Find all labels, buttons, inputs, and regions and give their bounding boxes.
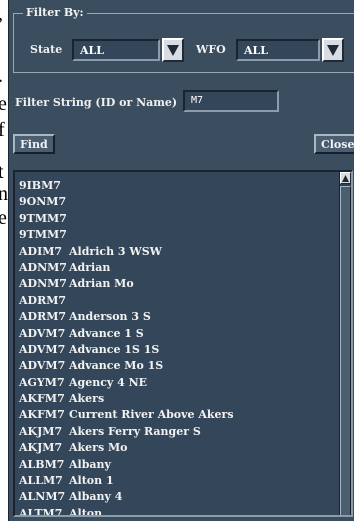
- wfo-select-value: ALL: [244, 44, 269, 57]
- list-item[interactable]: ADVM7 Advance 1 S: [19, 326, 234, 342]
- list-item[interactable]: AKFM7 Akers: [19, 391, 234, 407]
- list-item[interactable]: ADNM7 Adrian Mo: [19, 276, 234, 292]
- station-id: AKJM7: [19, 441, 63, 455]
- station-name: Advance 1 S: [69, 326, 144, 340]
- station-id: ALBM7: [19, 457, 65, 471]
- scroll-up-button[interactable]: [340, 172, 351, 184]
- station-id: AKFM7: [19, 392, 65, 406]
- triangle-up-icon: [342, 175, 349, 182]
- filter-string-input[interactable]: M7: [183, 90, 279, 112]
- wfo-label: WFO: [196, 43, 226, 56]
- station-id: ADNM7: [19, 277, 67, 291]
- list-item[interactable]: ALBM7 Albany: [19, 457, 234, 473]
- station-name: Albany 4: [69, 490, 123, 504]
- background-fragment: .: [0, 64, 3, 89]
- list-item[interactable]: AKJM7 Akers Mo: [19, 440, 234, 456]
- list-item[interactable]: ADVM7 Advance Mo 1S: [19, 358, 234, 374]
- station-name: Anderson 3 S: [69, 310, 151, 324]
- station-filter-window: , . e f t n e State ALL WFO ALL: [0, 0, 354, 521]
- list-scrollbar[interactable]: [339, 172, 351, 515]
- background-fragment: e: [0, 207, 7, 229]
- station-id: ADIM7: [19, 244, 63, 258]
- list-item[interactable]: ADVM7 Advance 1S 1S: [19, 342, 234, 358]
- filter-group-box: State ALL WFO ALL: [13, 13, 354, 73]
- station-id: ALTM7: [19, 506, 63, 517]
- filter-group-title: Filter By:: [23, 6, 87, 19]
- list-item[interactable]: 9TMM7: [19, 227, 234, 243]
- station-id: ADRM7: [19, 293, 67, 307]
- station-id: AKFM7: [19, 408, 65, 422]
- station-id: ALNM7: [19, 490, 66, 504]
- station-id: 9TMM7: [19, 228, 67, 242]
- list-item[interactable]: AKFM7 Current River Above Akers: [19, 407, 234, 423]
- station-id: 9ONM7: [19, 195, 67, 209]
- station-name: Albany: [69, 457, 111, 471]
- list-item[interactable]: ALLM7 Alton 1: [19, 473, 234, 489]
- station-name: Alton 1: [69, 474, 114, 488]
- station-id: AGYM7: [19, 375, 65, 389]
- station-id: ADVM7: [19, 342, 66, 356]
- station-id: AKJM7: [19, 424, 63, 438]
- background-fragment: ,: [0, 2, 3, 27]
- filter-panel: State ALL WFO ALL Filter By: Filter Stri…: [8, 0, 354, 521]
- list-item[interactable]: AGYM7 Agency 4 NE: [19, 375, 234, 391]
- state-dropdown-button[interactable]: [162, 38, 184, 62]
- list-item[interactable]: ALTM7 Alton: [19, 506, 234, 517]
- station-name: Adrian Mo: [69, 277, 134, 291]
- list-item[interactable]: ADIM7 Aldrich 3 WSW: [19, 244, 234, 260]
- state-select[interactable]: ALL: [72, 39, 160, 61]
- list-item[interactable]: AKJM7 Akers Ferry Ranger S: [19, 424, 234, 440]
- station-name: Alton: [69, 506, 103, 517]
- state-label: State: [30, 43, 63, 56]
- state-select-value: ALL: [80, 44, 105, 57]
- triangle-down-icon: [167, 45, 179, 56]
- station-id: 9IBM7: [19, 179, 61, 192]
- station-id: ALLM7: [19, 474, 63, 488]
- station-id: ADVM7: [19, 359, 66, 373]
- station-name: Current River Above Akers: [69, 408, 234, 422]
- filter-string-label: Filter String (ID or Name): [15, 96, 178, 109]
- background-fragment: n: [0, 183, 8, 205]
- station-id: 9TMM7: [19, 211, 67, 225]
- station-name: Akers: [69, 392, 105, 406]
- scroll-thumb[interactable]: [340, 186, 351, 515]
- close-button[interactable]: Close: [314, 134, 354, 154]
- station-id: ADNM7: [19, 260, 67, 274]
- station-name: Akers Ferry Ranger S: [69, 424, 201, 438]
- list-item[interactable]: 9ONM7: [19, 194, 234, 210]
- wfo-select[interactable]: ALL: [236, 39, 320, 61]
- station-name: Agency 4 NE: [69, 375, 148, 389]
- station-name: Akers Mo: [69, 441, 128, 455]
- list-item[interactable]: ADRM7: [19, 293, 234, 309]
- station-name: Advance 1S 1S: [69, 342, 160, 356]
- find-button[interactable]: Find: [13, 134, 55, 154]
- list-item[interactable]: ALNM7 Albany 4: [19, 489, 234, 505]
- station-id: ADRM7: [19, 310, 67, 324]
- list-item[interactable]: ADRM7 Anderson 3 S: [19, 309, 234, 325]
- station-id: ADVM7: [19, 326, 66, 340]
- background-fragment: f: [0, 119, 5, 141]
- station-list-rows: 9IBM7 9ONM7 9TMM7 9TMM7 ADIM7 Aldrich 3 WSW AD…: [19, 178, 234, 517]
- triangle-down-icon: [327, 45, 339, 56]
- list-item[interactable]: ADNM7 Adrian: [19, 260, 234, 276]
- station-name: Adrian: [69, 260, 111, 274]
- list-item[interactable]: 9IBM7: [19, 178, 234, 194]
- station-list[interactable]: 9IBM7 9ONM7 9TMM7 9TMM7 ADIM7 Aldrich 3 WSW AD…: [13, 170, 353, 517]
- station-name: Advance Mo 1S: [69, 359, 164, 373]
- background-fragment: e: [0, 93, 7, 115]
- list-item[interactable]: 9TMM7: [19, 211, 234, 227]
- wfo-dropdown-button[interactable]: [322, 38, 344, 62]
- station-name: Aldrich 3 WSW: [69, 244, 163, 258]
